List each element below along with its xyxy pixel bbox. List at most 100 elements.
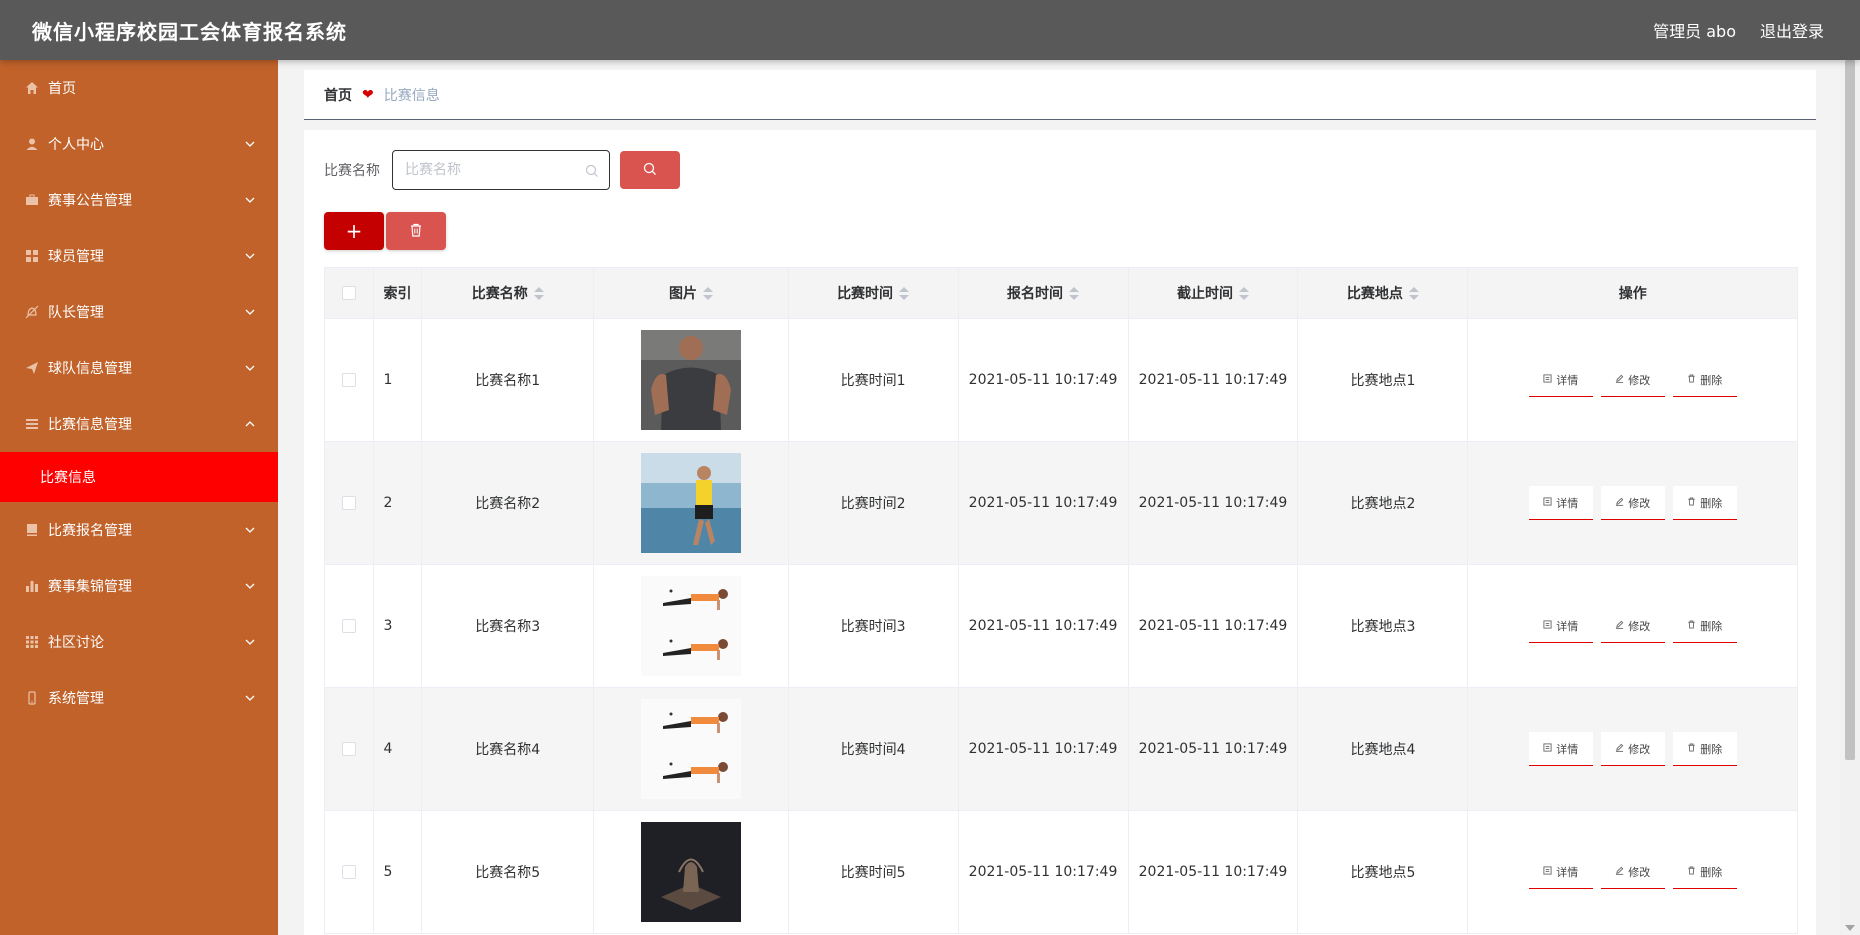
edit-label: 修改 [1628, 496, 1651, 510]
search-button[interactable] [620, 151, 680, 189]
delete-button[interactable]: 删除 [1672, 732, 1737, 766]
user-icon [24, 136, 40, 152]
chevron-down-icon [244, 692, 256, 704]
cell-deadline: 2021-05-11 10:17:49 [1127, 318, 1299, 442]
sort-icon[interactable] [899, 287, 910, 301]
cell-index: 5 [372, 810, 423, 934]
delete-button[interactable]: 删除 [1672, 486, 1737, 520]
header-label: 截止时间 [1176, 286, 1233, 302]
sort-icon[interactable] [533, 287, 544, 301]
edit-icon [1615, 742, 1628, 755]
detail-button[interactable]: 详情 [1528, 363, 1593, 397]
row-actions: 详情 修改 删除 [1468, 486, 1797, 520]
header-label: 图片 [668, 286, 697, 302]
sort-icon[interactable] [1408, 287, 1419, 301]
search-row: 比赛名称 [324, 150, 680, 190]
edit-button[interactable]: 修改 [1600, 732, 1665, 766]
sidebar-item-label: 队长管理 [48, 305, 104, 321]
trash-icon [1687, 865, 1700, 878]
sidebar-item-team-info[interactable]: 球队信息管理 [0, 340, 278, 396]
cell-actions: 详情 修改 删除 [1467, 687, 1798, 811]
detail-button[interactable]: 详情 [1528, 609, 1593, 643]
sidebar-item-personal-center[interactable]: 个人中心 [0, 116, 278, 172]
sidebar-item-home[interactable]: 首页 [0, 60, 278, 116]
search-input-wrapper [392, 150, 610, 190]
sidebar-item-label: 社区讨论 [48, 635, 104, 651]
row-checkbox[interactable] [341, 619, 356, 633]
sidebar-item-captain[interactable]: 队长管理 [0, 284, 278, 340]
sidebar-item-highlights[interactable]: 赛事集锦管理 [0, 558, 278, 614]
cell-signup-time: 2021-05-11 10:17:49 [957, 441, 1129, 565]
sidebar-item-system[interactable]: 系统管理 [0, 670, 278, 726]
detail-button[interactable]: 详情 [1528, 855, 1593, 889]
sort-icon[interactable] [702, 287, 713, 301]
cell-deadline: 2021-05-11 10:17:49 [1127, 687, 1299, 811]
row-checkbox[interactable] [341, 373, 356, 387]
sort-icon[interactable] [1238, 287, 1249, 301]
delete-label: 删除 [1700, 619, 1723, 633]
select-all-cell [324, 267, 374, 319]
cell-actions: 详情 修改 删除 [1467, 441, 1798, 565]
sidebar-item-label: 个人中心 [48, 137, 104, 153]
sidebar-item-event-notice[interactable]: 赛事公告管理 [0, 172, 278, 228]
column-header-signup-time[interactable]: 报名时间 [957, 267, 1129, 319]
delete-button[interactable]: 删除 [1672, 609, 1737, 643]
match-table: 索引 比赛名称 图片 比赛时间 报名时间 截止时间 比赛地点 操作 1 比赛名称… [324, 267, 1798, 934]
scroll-down-arrow[interactable] [1845, 925, 1855, 931]
search-icon [643, 161, 657, 180]
edit-button[interactable]: 修改 [1600, 855, 1665, 889]
match-image [594, 822, 787, 922]
row-checkbox[interactable] [341, 496, 356, 510]
app-title: 微信小程序校园工会体育报名系统 [32, 19, 347, 44]
scrollbar-thumb[interactable] [1845, 60, 1855, 760]
delete-button[interactable]: 删除 [1672, 855, 1737, 889]
edit-button[interactable]: 修改 [1600, 486, 1665, 520]
row-select-cell [324, 687, 374, 811]
logout-button[interactable]: 退出登录 [1760, 18, 1824, 42]
cell-signup-time: 2021-05-11 10:17:49 [957, 687, 1129, 811]
top-header: 微信小程序校园工会体育报名系统 管理员 abo 退出登录 [0, 0, 1860, 60]
sort-icon[interactable] [1069, 287, 1080, 301]
batch-delete-button[interactable] [386, 212, 446, 250]
sidebar-item-match-info[interactable]: 比赛信息管理 [0, 396, 278, 452]
table-row: 1 比赛名称1 比赛时间1 2021-05-11 10:17:49 2021-0… [324, 318, 1798, 442]
search-icon [585, 163, 599, 182]
chevron-down-icon [244, 580, 256, 592]
vertical-scrollbar[interactable] [1840, 60, 1860, 935]
sidebar-item-player[interactable]: 球员管理 [0, 228, 278, 284]
row-checkbox[interactable] [341, 742, 356, 756]
column-header-name[interactable]: 比赛名称 [421, 267, 595, 319]
cell-image [593, 810, 789, 934]
cell-actions: 详情 修改 删除 [1467, 564, 1798, 688]
column-header-image[interactable]: 图片 [593, 267, 789, 319]
row-actions: 详情 修改 删除 [1468, 732, 1797, 766]
edit-button[interactable]: 修改 [1600, 363, 1665, 397]
breadcrumb-home[interactable]: 首页 [324, 85, 352, 105]
add-button[interactable]: + [324, 212, 384, 250]
search-input[interactable] [405, 162, 575, 178]
select-all-checkbox[interactable] [341, 286, 356, 300]
phone-icon [24, 690, 40, 706]
document-icon [1543, 865, 1556, 878]
cell-deadline: 2021-05-11 10:17:49 [1127, 810, 1299, 934]
column-header-location[interactable]: 比赛地点 [1297, 267, 1469, 319]
column-header-deadline[interactable]: 截止时间 [1127, 267, 1299, 319]
chevron-down-icon [244, 362, 256, 374]
row-actions: 详情 修改 删除 [1468, 609, 1797, 643]
delete-button[interactable]: 删除 [1672, 363, 1737, 397]
row-checkbox[interactable] [341, 865, 356, 879]
bell-off-icon [24, 304, 40, 320]
table-header-row: 索引 比赛名称 图片 比赛时间 报名时间 截止时间 比赛地点 操作 [324, 267, 1798, 319]
trash-icon [1687, 742, 1700, 755]
cell-index: 2 [372, 441, 423, 565]
cell-location: 比赛地点3 [1297, 564, 1469, 688]
sidebar-subitem-match-info[interactable]: 比赛信息 [0, 452, 278, 502]
chevron-down-icon [244, 138, 256, 150]
trash-icon [409, 222, 423, 241]
detail-button[interactable]: 详情 [1528, 486, 1593, 520]
sidebar-item-community[interactable]: 社区讨论 [0, 614, 278, 670]
edit-button[interactable]: 修改 [1600, 609, 1665, 643]
column-header-match-time[interactable]: 比赛时间 [787, 267, 959, 319]
sidebar-item-match-signup[interactable]: 比赛报名管理 [0, 502, 278, 558]
detail-button[interactable]: 详情 [1528, 732, 1593, 766]
